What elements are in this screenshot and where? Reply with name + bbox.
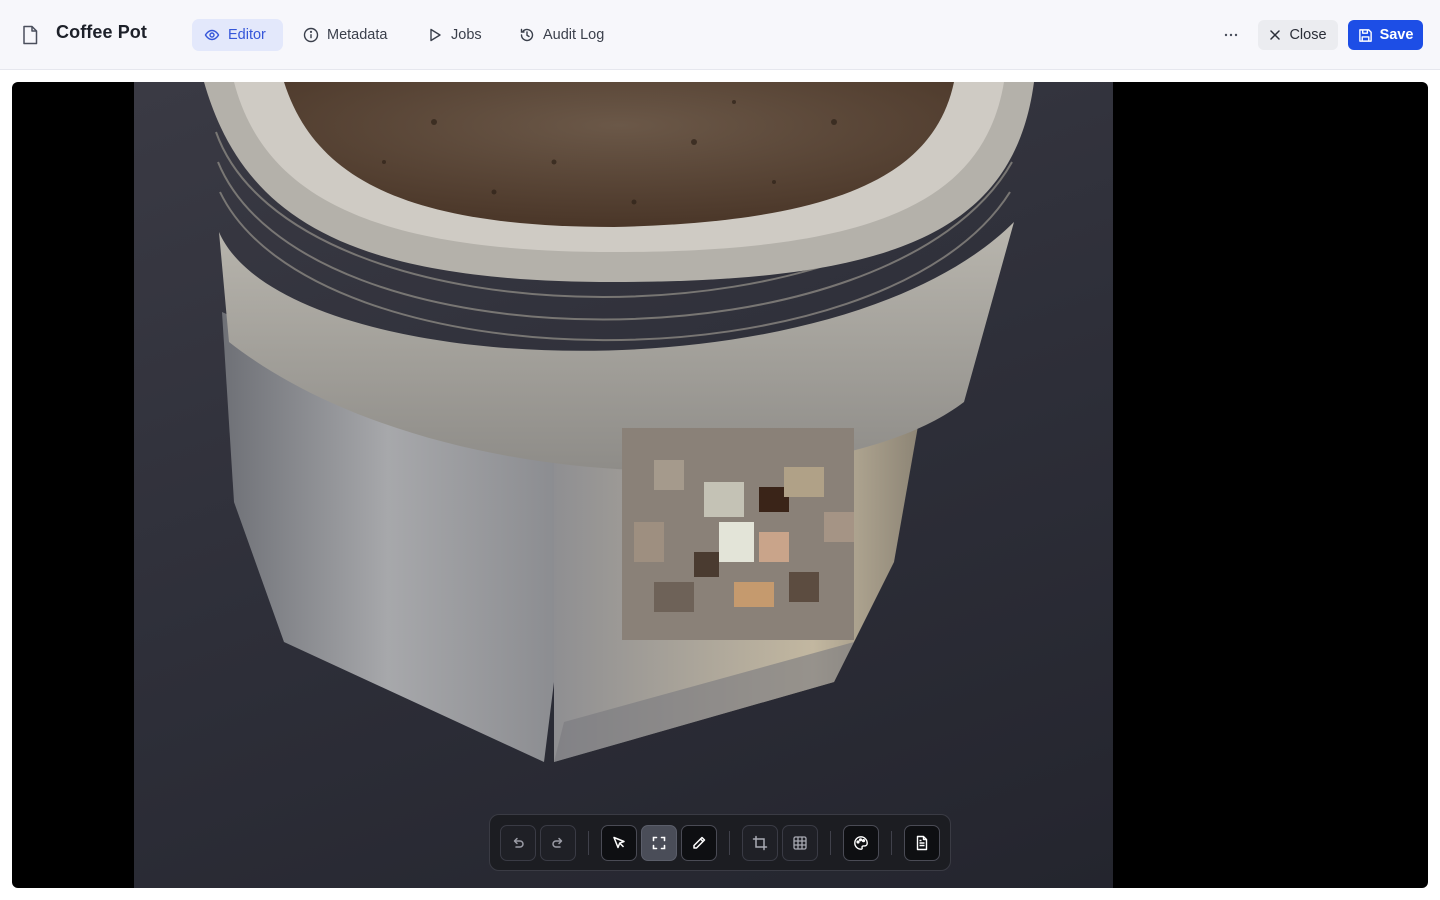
- tab-editor[interactable]: Editor: [192, 19, 283, 51]
- close-button[interactable]: Close: [1258, 20, 1338, 50]
- redo-icon: [552, 837, 563, 848]
- history-icon: [520, 28, 534, 42]
- tab-label: Metadata: [327, 27, 388, 43]
- toolbar-divider: [830, 831, 831, 855]
- select-pointer-icon: [613, 836, 625, 849]
- top-bar: Coffee Pot Editor Metadata Jobs Audit Lo…: [0, 0, 1440, 70]
- info-icon: [303, 27, 319, 43]
- redo-button[interactable]: [540, 825, 576, 861]
- play-icon: [430, 28, 441, 42]
- draw-tool-button[interactable]: [681, 825, 717, 861]
- toolbar-divider: [588, 831, 589, 855]
- eye-icon: [204, 29, 220, 41]
- save-button[interactable]: Save: [1348, 20, 1423, 50]
- more-horizontal-icon: [1224, 33, 1238, 37]
- document-tool-button[interactable]: [904, 825, 940, 861]
- page-title: Coffee Pot: [56, 22, 147, 42]
- color-tool-button[interactable]: [843, 825, 879, 861]
- grid-tool-button[interactable]: [782, 825, 818, 861]
- region-select-icon: [652, 836, 666, 850]
- toolbar-divider: [891, 831, 892, 855]
- crop-tool-button[interactable]: [742, 825, 778, 861]
- pixelated-region: [622, 428, 854, 640]
- photo-illustration: [204, 82, 1034, 762]
- undo-icon: [513, 837, 524, 848]
- region-select-tool-button[interactable]: [641, 825, 677, 861]
- tab-label: Editor: [228, 27, 266, 43]
- tab-metadata[interactable]: Metadata: [291, 19, 399, 51]
- pencil-icon: [693, 836, 706, 849]
- editor-canvas[interactable]: [12, 82, 1428, 888]
- select-tool-button[interactable]: [601, 825, 637, 861]
- tab-jobs[interactable]: Jobs: [415, 19, 494, 51]
- tab-audit-log[interactable]: Audit Log: [507, 19, 616, 51]
- close-icon: [1270, 30, 1281, 40]
- close-label: Close: [1289, 27, 1327, 43]
- tab-label: Audit Log: [543, 27, 605, 43]
- crop-icon: [752, 835, 768, 851]
- grid-icon: [793, 836, 807, 850]
- palette-icon: [854, 836, 868, 850]
- more-options-button[interactable]: [1215, 21, 1247, 49]
- tab-label: Jobs: [451, 27, 482, 43]
- coffee-pot-photo: [134, 82, 1113, 888]
- save-label: Save: [1379, 27, 1414, 43]
- document-icon: [916, 835, 928, 851]
- document-icon: [23, 25, 38, 45]
- save-icon: [1358, 28, 1372, 42]
- undo-button[interactable]: [500, 825, 536, 861]
- toolbar-divider: [729, 831, 730, 855]
- editor-toolbar: [489, 814, 951, 871]
